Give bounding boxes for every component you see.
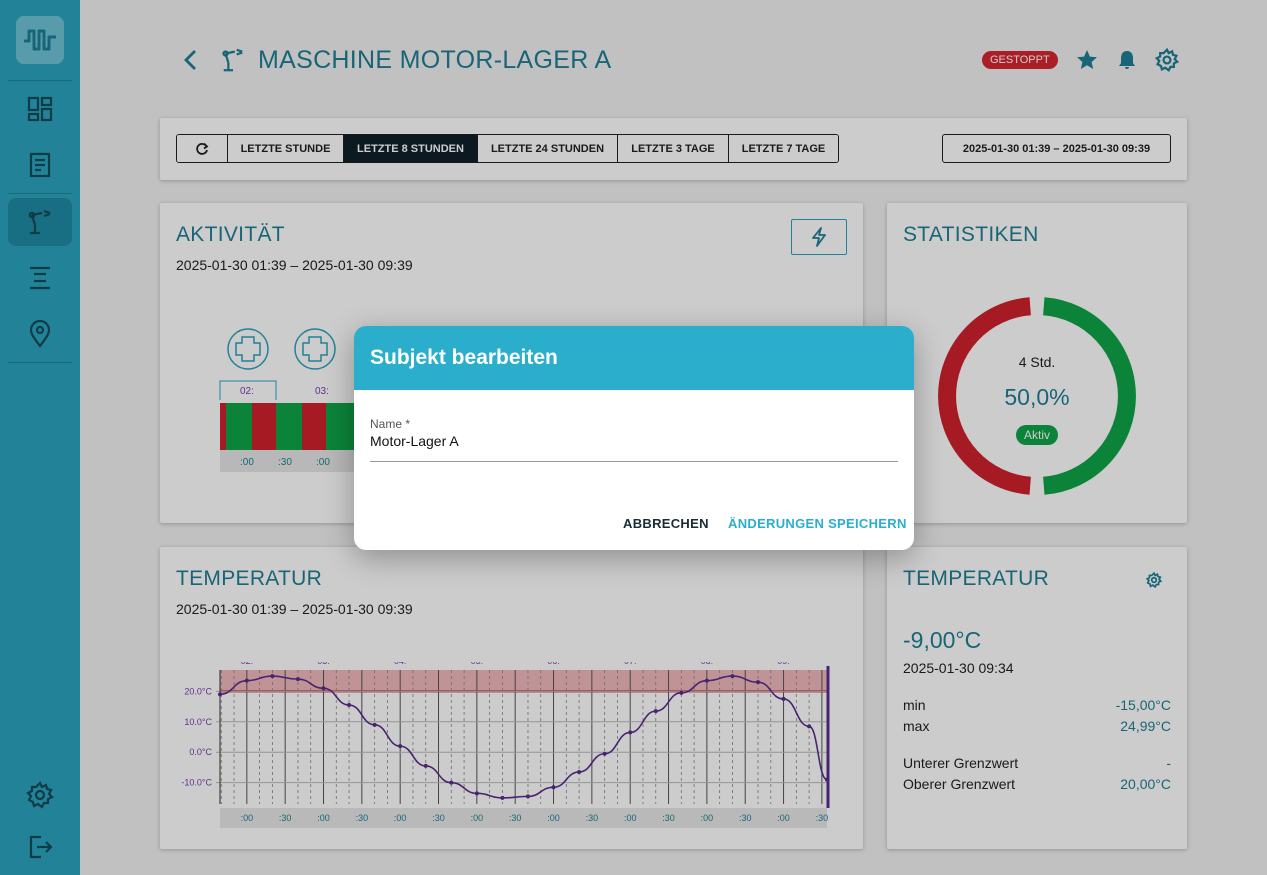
name-field-label: Name * <box>370 417 411 431</box>
save-changes-button[interactable]: ÄNDERUNGEN SPEICHERN <box>728 516 907 531</box>
name-input-underline <box>370 461 898 462</box>
edit-subject-dialog: Subjekt bearbeiten Name * Motor-Lager A … <box>354 326 914 550</box>
name-input[interactable]: Motor-Lager A <box>370 433 459 449</box>
cancel-button[interactable]: ABBRECHEN <box>623 516 709 531</box>
dialog-title: Subjekt bearbeiten <box>370 346 558 369</box>
dialog-header: Subjekt bearbeiten <box>354 326 914 390</box>
